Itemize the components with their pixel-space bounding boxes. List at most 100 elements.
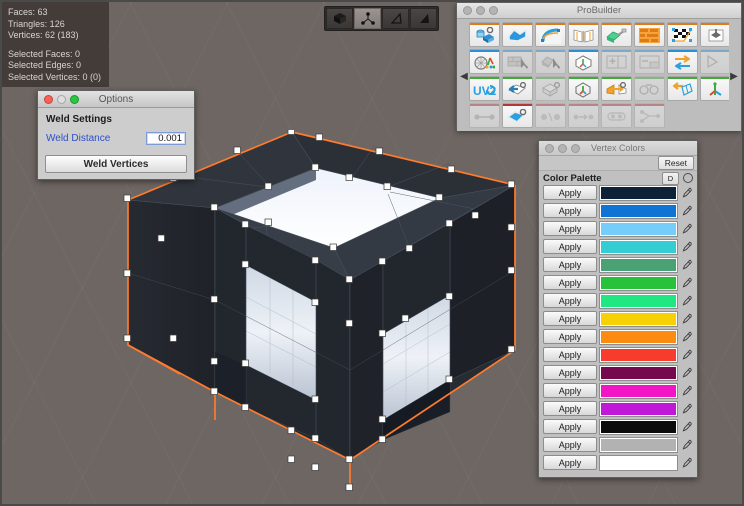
select-by-color-tool[interactable] xyxy=(535,49,566,74)
subdivide-object-tool[interactable] xyxy=(667,76,698,101)
material-editor-tool[interactable] xyxy=(601,22,632,47)
apply-button[interactable]: Apply xyxy=(543,293,597,308)
probuilder-titlebar[interactable]: ProBuilder xyxy=(457,3,741,19)
new-poly-shape-tool[interactable] xyxy=(502,22,533,47)
options-titlebar[interactable]: Options xyxy=(38,91,194,108)
scroll-left-arrow[interactable]: ◀ xyxy=(459,69,469,83)
eyedropper-icon[interactable] xyxy=(680,420,693,434)
weld-vertices-button[interactable]: Weld Vertices xyxy=(45,155,187,173)
select-loop-tool[interactable] xyxy=(700,49,729,74)
swatch-green[interactable] xyxy=(599,274,678,291)
palette-dropdown[interactable]: D xyxy=(662,171,679,185)
eyedropper-icon[interactable] xyxy=(680,258,693,272)
eyedropper-icon[interactable] xyxy=(680,312,693,326)
apply-button[interactable]: Apply xyxy=(543,203,597,218)
object-mode-button[interactable] xyxy=(326,8,353,29)
fill-hole-tool[interactable] xyxy=(601,103,632,128)
new-shape-tool[interactable] xyxy=(469,22,500,47)
vertex-colors-tool[interactable] xyxy=(700,22,729,47)
collapse-vertices-tool[interactable] xyxy=(568,103,599,128)
swatch-black[interactable] xyxy=(599,418,678,435)
flip-normals-tool[interactable] xyxy=(502,76,533,101)
grow-selection-tool[interactable] xyxy=(601,49,632,74)
apply-button[interactable]: Apply xyxy=(543,185,597,200)
merge-objects-tool[interactable] xyxy=(634,76,665,101)
eyedropper-icon[interactable] xyxy=(680,222,693,236)
maximize-icon[interactable] xyxy=(571,143,580,153)
conform-normals-tool[interactable] xyxy=(535,76,566,101)
apply-button[interactable]: Apply xyxy=(543,401,597,416)
eyedropper-icon[interactable] xyxy=(680,438,693,452)
swatch-red[interactable] xyxy=(599,346,678,363)
swatch-navy[interactable] xyxy=(599,184,678,201)
eyedropper-icon[interactable] xyxy=(680,456,693,470)
vertex-mode-button[interactable] xyxy=(354,8,381,29)
swatch-blue[interactable] xyxy=(599,202,678,219)
probuilderize-tool[interactable] xyxy=(568,22,599,47)
minimize-icon[interactable] xyxy=(476,6,485,15)
eyedropper-icon[interactable] xyxy=(680,186,693,200)
apply-button[interactable]: Apply xyxy=(543,311,597,326)
reset-button[interactable]: Reset xyxy=(657,156,694,170)
swatch-light-blue[interactable] xyxy=(599,220,678,237)
close-icon[interactable] xyxy=(44,94,53,104)
eyedropper-icon[interactable] xyxy=(680,294,693,308)
eyedropper-icon[interactable] xyxy=(680,204,693,218)
eyedropper-icon[interactable] xyxy=(680,276,693,290)
weld-vertices-tool[interactable] xyxy=(502,103,533,128)
apply-button[interactable]: Apply xyxy=(543,329,597,344)
vertex-colors-panel-tool[interactable] xyxy=(469,49,500,74)
eyedropper-icon[interactable] xyxy=(680,402,693,416)
close-icon[interactable] xyxy=(545,143,554,153)
eyedropper-icon[interactable] xyxy=(680,330,693,344)
maximize-icon[interactable] xyxy=(70,94,79,104)
center-pivot-tool[interactable] xyxy=(568,76,599,101)
maximize-icon[interactable] xyxy=(489,6,498,15)
swatch-yellow[interactable] xyxy=(599,310,678,327)
apply-button[interactable]: Apply xyxy=(543,419,597,434)
swatch-spring-green[interactable] xyxy=(599,292,678,309)
gear-icon[interactable] xyxy=(683,173,693,183)
freeze-transform-tool[interactable] xyxy=(700,76,729,101)
mirror-objects-tool[interactable] xyxy=(601,76,632,101)
apply-button[interactable]: Apply xyxy=(543,275,597,290)
close-icon[interactable] xyxy=(463,6,472,15)
face-mode-button[interactable] xyxy=(410,8,437,29)
shrink-selection-tool[interactable] xyxy=(634,49,665,74)
eyedropper-icon[interactable] xyxy=(680,240,693,254)
hollow-box-mesh[interactable] xyxy=(120,130,520,500)
apply-button[interactable]: Apply xyxy=(543,239,597,254)
swatch-sea-green[interactable] xyxy=(599,256,678,273)
apply-button[interactable]: Apply xyxy=(543,455,597,470)
new-bezier-shape-tool[interactable] xyxy=(535,22,566,47)
swatch-purple[interactable] xyxy=(599,400,678,417)
split-vertices-tool[interactable] xyxy=(535,103,566,128)
minimize-icon[interactable] xyxy=(558,143,567,153)
connect-vertices-tool[interactable] xyxy=(469,103,500,128)
uv-editor-tool[interactable] xyxy=(667,22,698,47)
apply-button[interactable]: Apply xyxy=(543,347,597,362)
uv2-tool[interactable]: UV2 xyxy=(469,76,500,101)
apply-button[interactable]: Apply xyxy=(543,365,597,380)
subdivide-edges-tool[interactable] xyxy=(634,103,665,128)
swatch-orange[interactable] xyxy=(599,328,678,345)
scroll-right-arrow[interactable]: ▶ xyxy=(729,69,739,83)
edge-mode-button[interactable] xyxy=(382,8,409,29)
select-by-material-tool[interactable] xyxy=(502,49,533,74)
swatch-maroon[interactable] xyxy=(599,364,678,381)
smoothing-groups-tool[interactable] xyxy=(634,22,665,47)
swatch-white[interactable] xyxy=(599,454,678,471)
select-hole-tool[interactable] xyxy=(568,49,599,74)
invert-selection-tool[interactable] xyxy=(667,49,698,74)
apply-button[interactable]: Apply xyxy=(543,437,597,452)
vertex-colors-titlebar[interactable]: Vertex Colors xyxy=(539,141,697,156)
apply-button[interactable]: Apply xyxy=(543,221,597,236)
swatch-cyan[interactable] xyxy=(599,238,678,255)
eyedropper-icon[interactable] xyxy=(680,384,693,398)
eyedropper-icon[interactable] xyxy=(680,366,693,380)
eyedropper-icon[interactable] xyxy=(680,348,693,362)
apply-button[interactable]: Apply xyxy=(543,383,597,398)
weld-distance-input[interactable]: 0.001 xyxy=(146,132,186,145)
apply-button[interactable]: Apply xyxy=(543,257,597,272)
minimize-icon[interactable] xyxy=(57,94,66,104)
